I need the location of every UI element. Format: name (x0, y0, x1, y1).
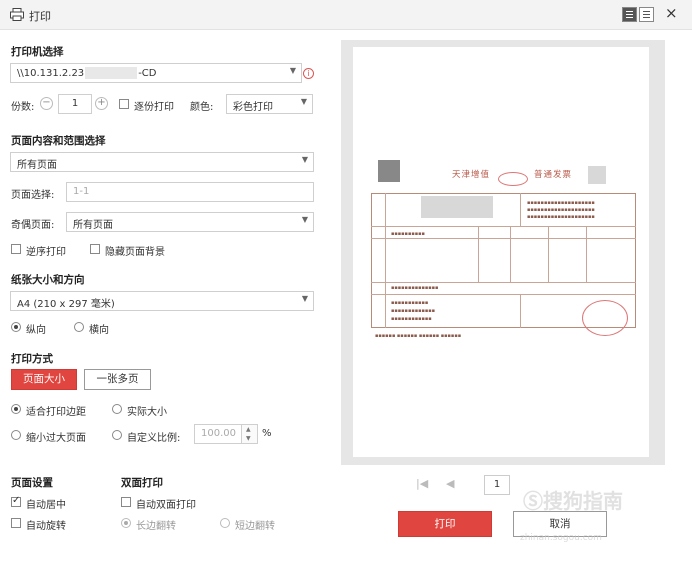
paper-section-title: 纸张大小和方向 (11, 274, 85, 286)
previous-page-icon[interactable]: ◀ (446, 477, 454, 490)
printer-section-title: 打印机选择 (11, 46, 64, 58)
custom-scale-input[interactable]: 100.00 (194, 424, 242, 444)
printer-icon (10, 8, 24, 21)
printer-name-suffix: -CD (138, 68, 157, 79)
actual-size-label: 实际大小 (127, 407, 167, 418)
color-label: 颜色: (190, 102, 214, 113)
method-section-title: 打印方式 (11, 353, 53, 365)
short-edge-radio[interactable] (220, 518, 230, 528)
percent-sign: % (262, 428, 272, 439)
color-value: 彩色打印 (233, 102, 273, 113)
portrait-label: 纵向 (26, 325, 46, 336)
plus-icon[interactable]: + (95, 97, 108, 110)
odd-even-value: 所有页面 (73, 220, 113, 231)
auto-rotate-label: 自动旋转 (26, 521, 66, 532)
shrink-radio[interactable] (11, 430, 21, 440)
multi-page-view-icon[interactable] (639, 7, 654, 22)
range-section-title: 页面内容和范围选择 (11, 135, 106, 147)
odd-even-label: 奇偶页面: (11, 220, 55, 231)
tab-multi-page[interactable]: 一张多页 (84, 369, 151, 390)
title-bar: 打印 × (0, 0, 692, 30)
first-page-icon[interactable]: |◀ (416, 477, 428, 490)
paper-size-value: A4 (210 x 297 毫米) (17, 299, 115, 310)
short-edge-label: 短边翻转 (235, 521, 275, 532)
copies-label: 份数: (11, 102, 35, 113)
auto-center-label: 自动居中 (26, 500, 66, 511)
chevron-down-icon: ▼ (300, 97, 307, 106)
auto-center-checkbox[interactable] (11, 495, 21, 507)
custom-scale-label: 自定义比例: (127, 433, 181, 444)
landscape-label: 横向 (89, 325, 109, 336)
content-select[interactable]: 所有页面 ▼ (10, 152, 314, 172)
stamp-circle (582, 300, 628, 336)
chevron-down-icon: ▼ (301, 215, 308, 224)
redacted-area (588, 166, 606, 184)
long-edge-radio[interactable] (121, 518, 131, 528)
auto-rotate-checkbox[interactable] (11, 518, 21, 528)
reverse-checkbox[interactable] (11, 244, 21, 254)
reverse-label: 逆序打印 (26, 247, 66, 258)
paper-size-select[interactable]: A4 (210 x 297 毫米) ▼ (10, 291, 314, 311)
landscape-radio[interactable] (74, 322, 84, 332)
watermark-url: zhinan.sogou.com (520, 533, 602, 543)
duplex-section-title: 双面打印 (121, 477, 163, 489)
auto-duplex-checkbox[interactable] (121, 497, 131, 507)
actual-size-radio[interactable] (112, 404, 122, 414)
watermark: Ⓢ搜狗指南 (523, 489, 623, 513)
printer-name-prefix: \\10.131.2.23 (17, 68, 85, 79)
color-select[interactable]: 彩色打印 ▼ (226, 94, 313, 114)
portrait-radio[interactable] (11, 322, 21, 332)
invoice-title-left: 天津增值 (452, 170, 491, 180)
fit-margin-radio[interactable] (11, 404, 21, 414)
page-select-label: 页面选择: (11, 190, 55, 201)
custom-scale-radio[interactable] (112, 430, 122, 440)
page-number-input[interactable]: 1 (484, 475, 510, 495)
collate-checkbox[interactable] (119, 99, 129, 109)
fit-margin-label: 适合打印边距 (26, 407, 86, 418)
page-settings-title: 页面设置 (11, 477, 53, 489)
shrink-label: 缩小过大页面 (26, 433, 86, 444)
content-value: 所有页面 (17, 160, 57, 171)
chevron-up-icon: ▲ (246, 426, 251, 433)
odd-even-select[interactable]: 所有页面 ▼ (66, 212, 314, 232)
print-button[interactable]: 打印 (398, 511, 492, 537)
page-select-input[interactable]: 1-1 (66, 182, 314, 202)
tab-page-size[interactable]: 页面大小 (11, 369, 77, 390)
hide-background-label: 隐藏页面背景 (105, 247, 165, 258)
scale-stepper[interactable]: ▲ ▼ (242, 424, 258, 444)
chevron-down-icon: ▼ (301, 155, 308, 164)
chevron-down-icon: ▼ (246, 435, 251, 442)
single-page-view-icon[interactable] (622, 7, 637, 22)
minus-icon[interactable]: − (40, 97, 53, 110)
auto-duplex-label: 自动双面打印 (136, 500, 196, 511)
chevron-down-icon: ▼ (301, 294, 308, 303)
collate-label: 逐份打印 (134, 102, 174, 113)
close-icon[interactable]: × (665, 4, 678, 22)
copies-input[interactable]: 1 (58, 94, 92, 114)
printer-select[interactable]: \\10.131.2.23 -CD ▼ (10, 63, 302, 83)
qr-code (378, 160, 400, 182)
long-edge-label: 长边翻转 (136, 521, 176, 532)
invoice-title-right: 普通发票 (534, 170, 573, 180)
info-icon[interactable]: i (303, 68, 314, 79)
redacted-area (85, 67, 138, 79)
hide-background-checkbox[interactable] (90, 244, 100, 254)
dialog-title: 打印 (29, 10, 51, 23)
chevron-down-icon: ▼ (289, 66, 296, 75)
stamp-oval (498, 172, 528, 186)
